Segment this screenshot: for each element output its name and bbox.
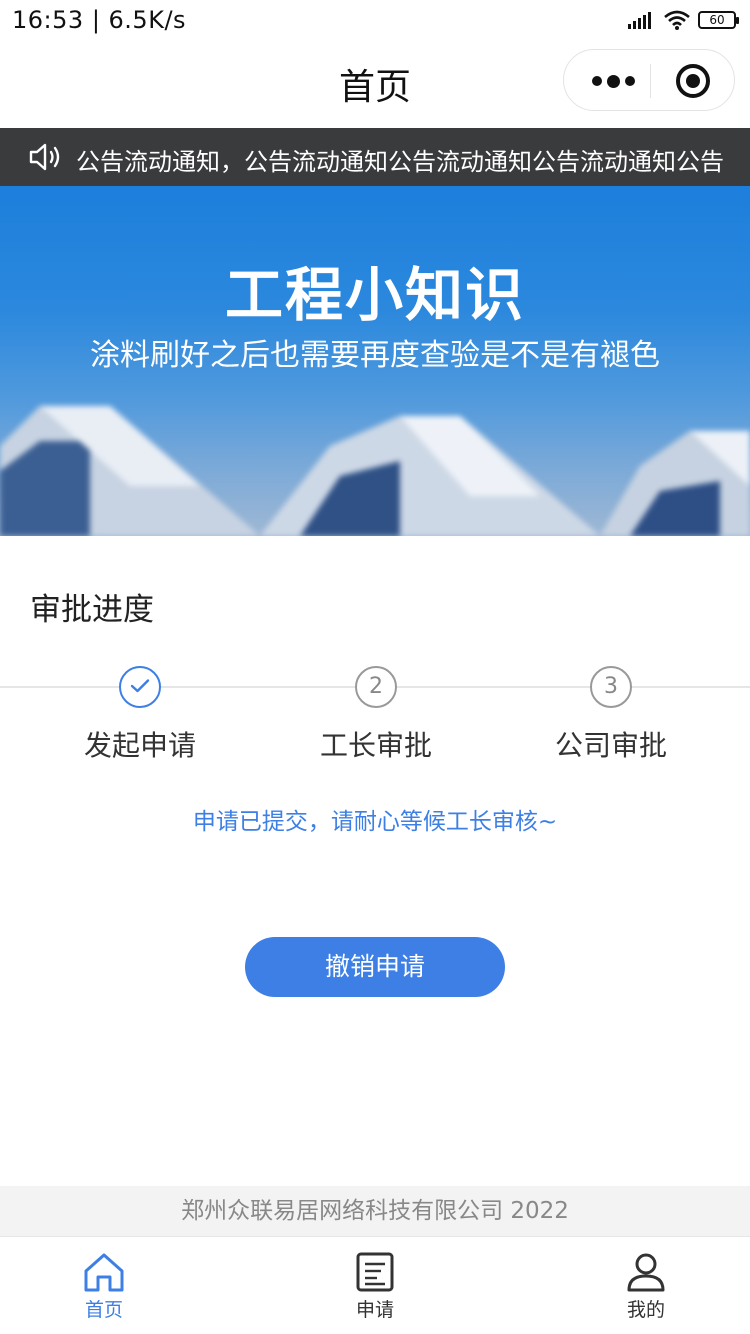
notice-text: 公告流动通知，公告流动通知公告流动通知公告流动通知公告 [76, 148, 724, 176]
progress-message: 申请已提交，请耐心等候工长审核~ [192, 809, 558, 835]
step-initiate: 发起申请 [50, 666, 230, 764]
tab-label: 首页 [84, 1299, 123, 1321]
tab-mine[interactable]: 我的 [571, 1237, 721, 1334]
mini-program-capsule [563, 49, 735, 111]
notice-bar[interactable]: 公告流动通知，公告流动通知公告流动通知公告流动通知公告 [0, 128, 750, 186]
banner[interactable]: 工程小知识 涂料刷好之后也需要再度查验是不是有褪色 [0, 186, 750, 536]
check-icon [130, 679, 150, 693]
capsule-divider [650, 64, 651, 98]
status-icons: 60 [628, 8, 739, 32]
status-separator: | [91, 6, 109, 34]
banner-subtitle: 涂料刷好之后也需要再度查验是不是有褪色 [90, 338, 660, 373]
step-label: 工长审批 [319, 729, 432, 762]
tab-bar: 首页 申请 我的 [0, 1236, 750, 1334]
step-label: 发起申请 [83, 729, 196, 762]
status-bar: 16:53 | 6.5K/s 60 [0, 0, 750, 40]
banner-title: 工程小知识 [224, 261, 525, 329]
more-button[interactable] [576, 50, 650, 112]
user-icon [627, 1253, 665, 1292]
speaker-icon [29, 143, 60, 171]
home-icon [84, 1253, 124, 1292]
step-foreman-approval: 2 工长审批 [286, 666, 466, 764]
clock: 16:53 [12, 6, 84, 34]
wifi-icon [664, 10, 690, 30]
buildings-image [0, 406, 750, 536]
progress-title: 审批进度 [30, 592, 154, 628]
document-icon [356, 1252, 394, 1292]
more-dot-icon [606, 74, 620, 88]
tab-home[interactable]: 首页 [29, 1237, 179, 1334]
tab-label: 申请 [355, 1299, 394, 1321]
close-mini-program-icon[interactable] [676, 64, 710, 98]
status-time: 16:53 | 6.5K/s [12, 6, 186, 34]
network-speed: 6.5K/s [108, 6, 187, 34]
step-number: 3 [590, 666, 632, 708]
signal-icon [628, 12, 651, 29]
nav-bar: 首页 [0, 40, 750, 128]
step-check-circle [119, 666, 161, 708]
cancel-application-button[interactable]: 撤销申请 [245, 937, 505, 997]
battery-icon: 60 [698, 11, 739, 29]
more-dot-icon [591, 76, 602, 86]
tab-apply[interactable]: 申请 [300, 1237, 450, 1334]
footer-copyright: 郑州众联易居网络科技有限公司 2022 [0, 1186, 750, 1236]
step-company-approval: 3 公司审批 [521, 666, 701, 764]
step-label: 公司审批 [554, 729, 667, 762]
more-dot-icon [624, 76, 635, 86]
step-number: 2 [355, 666, 397, 708]
tab-label: 我的 [626, 1299, 665, 1321]
